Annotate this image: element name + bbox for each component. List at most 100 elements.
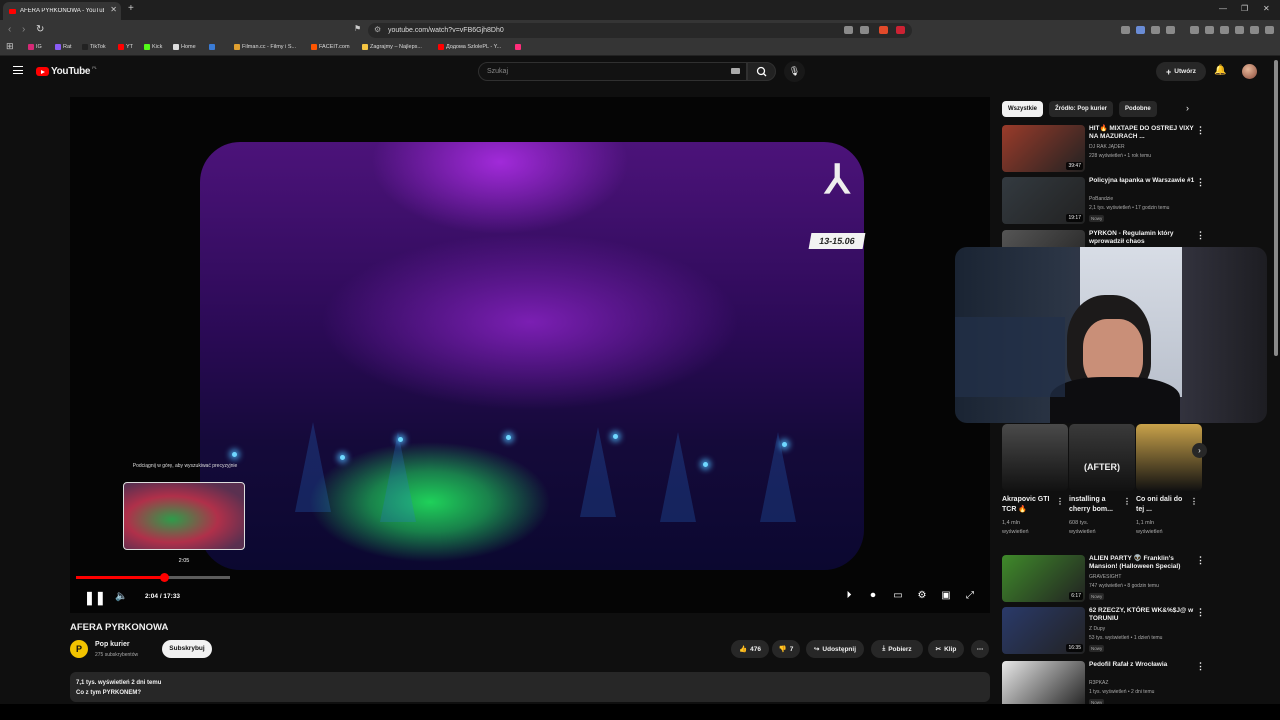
progress-scrubber-handle[interactable] — [159, 573, 169, 582]
recommended-video[interactable]: 19:17 Policyjna łapanka w Warszawie #1 PoB… — [1002, 177, 1212, 227]
recommended-video[interactable]: 6:17 ALIEN PARTY 👽 Franklin's Mansion! (H… — [1002, 555, 1212, 605]
bookmark-item[interactable] — [515, 44, 523, 50]
fullscreen-icon[interactable]: ⤢ — [963, 590, 977, 601]
theater-mode-icon[interactable]: ▣ — [939, 590, 953, 601]
recommended-channel[interactable]: GRAVESIGHT — [1089, 574, 1121, 580]
media-icon[interactable] — [1190, 26, 1199, 34]
vpn-icon[interactable] — [1250, 26, 1259, 34]
extension-icon[interactable] — [1166, 26, 1175, 34]
keyboard-icon[interactable] — [731, 68, 740, 74]
like-button[interactable]: 👍 476 — [731, 640, 769, 658]
extension-icon[interactable] — [1121, 26, 1130, 34]
search-button[interactable] — [747, 62, 776, 81]
short-thumbnail[interactable] — [1002, 424, 1068, 491]
bookmark-item[interactable]: Kick — [144, 44, 162, 50]
video-thumbnail[interactable]: 6:17 — [1002, 555, 1085, 602]
subtitles-icon[interactable]: ▭ — [891, 590, 905, 601]
video-thumbnail[interactable]: 19:17 — [1002, 177, 1085, 224]
video-thumbnail[interactable]: 39:47 — [1002, 125, 1085, 172]
short-thumbnail[interactable]: (AFTER) — [1069, 424, 1135, 491]
recommended-title[interactable]: ALIEN PARTY 👽 Franklin's Mansion! (Hallo… — [1089, 555, 1201, 571]
chevron-right-icon[interactable]: › — [1186, 103, 1189, 113]
microphone-icon[interactable]: 🎙 — [784, 61, 805, 82]
short-title[interactable]: installing a cherry bom... — [1069, 495, 1121, 515]
share-button[interactable]: ↪ Udostępnij — [806, 640, 864, 658]
brave-shield-icon[interactable] — [879, 26, 888, 34]
video-thumbnail[interactable] — [1002, 661, 1085, 708]
bookmark-item[interactable]: Додома SzlolePL - Y... — [438, 44, 501, 50]
recommended-video[interactable]: 16:35 62 RZECZY, KTÓRE WK&%$J@ w TORUNIU Z… — [1002, 607, 1212, 657]
sidebar-icon[interactable] — [1205, 26, 1214, 34]
bookmark-page-icon[interactable]: ⚑ — [354, 24, 361, 33]
bookmark-item[interactable]: Home — [173, 44, 196, 50]
restore-icon[interactable]: ❐ — [1241, 4, 1248, 13]
recommended-channel[interactable]: Z Dupy — [1089, 626, 1105, 632]
filter-chip[interactable]: Podobne — [1119, 101, 1157, 117]
youtube-logo[interactable]: YouTube PL — [36, 65, 97, 77]
short-title[interactable]: Co oni dali do tej ... — [1136, 495, 1188, 515]
minimize-icon[interactable]: — — [1219, 4, 1227, 13]
recommended-channel[interactable]: R3PKAZ — [1089, 680, 1108, 686]
short-title[interactable]: Akrapovic GTI TCR 🔥 — [1002, 495, 1054, 515]
video-player[interactable]: ⅄ 13-15.06 Podciągnij w górę, aby wyszuk… — [70, 97, 990, 613]
filter-chip[interactable]: Źródło: Pop kurier — [1049, 101, 1114, 117]
settings-gear-icon[interactable]: ⚙ — [915, 590, 929, 601]
apps-grid-icon[interactable]: ⊞ — [6, 41, 14, 52]
address-bar[interactable]: ⚙ youtube.com/watch?v=vFB6Gjh8Dh0 — [368, 23, 912, 38]
forward-icon[interactable]: › — [22, 24, 25, 35]
more-vertical-icon[interactable]: ⋮ — [1196, 125, 1205, 136]
bookmark-item[interactable]: Filman.cc - Filmy i S... — [234, 44, 296, 50]
recommended-channel[interactable]: PoBandzie — [1089, 196, 1113, 202]
progress-played[interactable] — [76, 576, 164, 579]
more-vertical-icon[interactable]: ⋮ — [1196, 661, 1205, 672]
recommended-title[interactable]: Pedofil Rafał z Wrocławia — [1089, 661, 1201, 669]
more-vertical-icon[interactable]: ⋮ — [1196, 177, 1205, 188]
more-actions-button[interactable]: ⋯ — [971, 640, 989, 658]
clip-button[interactable]: ✂ Klip — [928, 640, 964, 658]
bookmark-item[interactable]: IG — [28, 44, 42, 50]
avatar[interactable] — [1242, 64, 1257, 79]
channel-name[interactable]: Pop kurier — [95, 641, 130, 648]
favorites-icon[interactable] — [1235, 26, 1244, 34]
more-vertical-icon[interactable]: ⋮ — [1056, 497, 1064, 506]
bookmark-item[interactable]: TikTok — [82, 44, 106, 50]
bookmark-item[interactable]: Rat — [55, 44, 72, 50]
new-tab-button[interactable]: + — [128, 3, 134, 14]
bookmark-item[interactable]: YT — [118, 44, 133, 50]
menu-hamburger-icon[interactable] — [13, 66, 23, 74]
page-scrollbar[interactable] — [1274, 60, 1278, 356]
pause-button[interactable]: ❚❚ — [84, 590, 106, 606]
recommended-title[interactable]: PYRKON - Regulamin który wprowadził chao… — [1089, 230, 1201, 246]
miniplayer-autoplay-icon[interactable]: ⏵ — [842, 590, 856, 601]
dislike-button[interactable]: 👎 7 — [772, 640, 800, 658]
reload-icon[interactable]: ↻ — [36, 24, 44, 35]
more-vertical-icon[interactable]: ⋮ — [1190, 497, 1198, 506]
recommended-video[interactable]: 39:47 HIT🔥 MIXTAPE DO OSTREJ VIXY NA MAZU… — [1002, 125, 1212, 175]
channel-avatar[interactable]: P — [70, 640, 88, 658]
rewards-icon[interactable] — [896, 26, 905, 34]
download-button[interactable]: ⤓ Pobierz — [871, 640, 923, 658]
search-input[interactable]: Szukaj — [478, 62, 747, 81]
tabs-icon[interactable] — [1220, 26, 1229, 34]
recommended-title[interactable]: HIT🔥 MIXTAPE DO OSTREJ VIXY NA MAZURACH … — [1089, 125, 1201, 141]
share-page-icon[interactable] — [860, 26, 869, 34]
site-info-icon[interactable]: ⚙ — [374, 25, 381, 34]
more-vertical-icon[interactable]: ⋮ — [1196, 607, 1205, 618]
extension-icon[interactable] — [1151, 26, 1160, 34]
bookmark-item[interactable]: Zagrajmy – Najleps... — [362, 44, 422, 50]
short-thumbnail[interactable] — [1136, 424, 1202, 491]
more-vertical-icon[interactable]: ⋮ — [1196, 230, 1205, 241]
browser-tab[interactable]: AFERA PYRKONOWA - YouTube ✕ — [3, 2, 121, 20]
video-thumbnail[interactable]: 16:35 — [1002, 607, 1085, 654]
filter-chip[interactable]: Wszystkie — [1002, 101, 1044, 117]
close-window-icon[interactable]: ✕ — [1263, 4, 1270, 13]
recommended-channel[interactable]: DJ RAK JĄDER — [1089, 144, 1125, 150]
menu-icon[interactable] — [1265, 26, 1274, 34]
subscribe-button[interactable]: Subskrybuj — [162, 640, 212, 658]
back-icon[interactable]: ‹ — [8, 24, 11, 35]
install-app-icon[interactable] — [844, 26, 853, 34]
recommended-title[interactable]: Policyjna łapanka w Warszawie #1 — [1089, 177, 1201, 185]
volume-icon[interactable]: 🔈 — [115, 591, 127, 602]
autoplay-toggle[interactable]: ⏺ — [866, 590, 880, 601]
more-vertical-icon[interactable]: ⋮ — [1123, 497, 1131, 506]
